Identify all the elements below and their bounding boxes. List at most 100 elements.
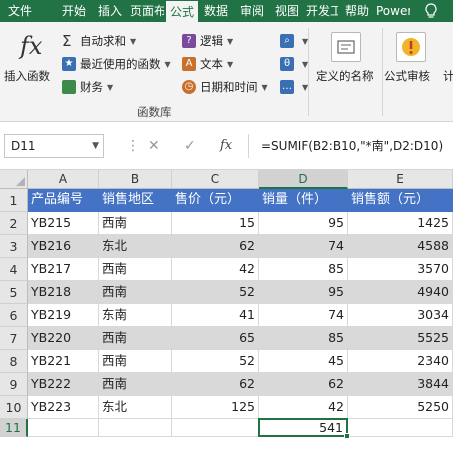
cell-d8[interactable]: 45: [259, 350, 348, 373]
cell-d2[interactable]: 95: [259, 212, 348, 235]
cell-e1[interactable]: 销售额（元）: [348, 189, 453, 212]
cell-a9[interactable]: YB222: [28, 373, 99, 396]
row-header-7[interactable]: 7: [0, 327, 28, 350]
cell-c11[interactable]: [172, 419, 259, 437]
fill-handle[interactable]: [344, 433, 350, 439]
tab-review[interactable]: 审阅: [236, 0, 268, 22]
cell-a10[interactable]: YB223: [28, 396, 99, 419]
cell-e3[interactable]: 4588: [348, 235, 453, 258]
tab-help[interactable]: 帮助: [341, 0, 373, 22]
cell-a1[interactable]: 产品编号: [28, 189, 99, 212]
tab-page-layout[interactable]: 页面布局: [130, 0, 164, 22]
row-header-5[interactable]: 5: [0, 281, 28, 304]
cell-a8[interactable]: YB221: [28, 350, 99, 373]
name-box[interactable]: D11 ▼: [4, 134, 104, 158]
tab-view[interactable]: 视图: [271, 0, 303, 22]
cell-a3[interactable]: YB216: [28, 235, 99, 258]
cell-c7[interactable]: 65: [172, 327, 259, 350]
row-header-3[interactable]: 3: [0, 235, 28, 258]
cell-d7[interactable]: 85: [259, 327, 348, 350]
row-header-10[interactable]: 10: [0, 396, 28, 419]
enter-icon[interactable]: ✓: [184, 134, 196, 158]
cell-c4[interactable]: 42: [172, 258, 259, 281]
cell-b9[interactable]: 西南: [99, 373, 172, 396]
cell-d6[interactable]: 74: [259, 304, 348, 327]
cell-b8[interactable]: 西南: [99, 350, 172, 373]
row-header-2[interactable]: 2: [0, 212, 28, 235]
logical-button[interactable]: ? 逻辑 ▼: [182, 32, 233, 50]
tab-home[interactable]: 开始: [58, 0, 90, 22]
date-time-button[interactable]: ◷ 日期和时间 ▼: [182, 78, 268, 96]
cell-a6[interactable]: YB219: [28, 304, 99, 327]
cell-a2[interactable]: YB215: [28, 212, 99, 235]
cell-d10[interactable]: 42: [259, 396, 348, 419]
tab-data[interactable]: 数据: [200, 0, 232, 22]
tab-developer[interactable]: 开发工具: [306, 0, 338, 22]
recently-used-button[interactable]: ★ 最近使用的函数 ▼: [62, 55, 171, 73]
cell-b1[interactable]: 销售地区: [99, 189, 172, 212]
cell-c8[interactable]: 52: [172, 350, 259, 373]
cell-c10[interactable]: 125: [172, 396, 259, 419]
cell-e2[interactable]: 1425: [348, 212, 453, 235]
autosum-button[interactable]: Σ 自动求和 ▼: [62, 32, 136, 50]
cell-b6[interactable]: 东南: [99, 304, 172, 327]
tab-insert[interactable]: 插入: [94, 0, 126, 22]
tab-file[interactable]: 文件: [0, 0, 40, 22]
tab-power-pivot[interactable]: Power: [376, 0, 410, 22]
cell-e8[interactable]: 2340: [348, 350, 453, 373]
insert-function-icon[interactable]: fx: [220, 134, 232, 158]
row-header-4[interactable]: 4: [0, 258, 28, 281]
text-button[interactable]: A 文本 ▼: [182, 55, 233, 73]
cell-d11[interactable]: 541: [258, 418, 348, 437]
cell-e7[interactable]: 5525: [348, 327, 453, 350]
lookup-button[interactable]: ⌕ ▼: [280, 32, 308, 50]
cancel-icon[interactable]: ✕: [148, 134, 160, 158]
select-all-button[interactable]: [0, 170, 28, 189]
cell-c6[interactable]: 41: [172, 304, 259, 327]
cell-b5[interactable]: 西南: [99, 281, 172, 304]
cell-c1[interactable]: 售价（元）: [172, 189, 259, 212]
cell-d4[interactable]: 85: [259, 258, 348, 281]
insert-function-button[interactable]: fx 插入函数: [0, 28, 56, 100]
cell-c9[interactable]: 62: [172, 373, 259, 396]
cell-e5[interactable]: 4940: [348, 281, 453, 304]
column-header-b[interactable]: B: [99, 170, 172, 189]
cell-a5[interactable]: YB218: [28, 281, 99, 304]
formula-auditing-button[interactable]: 公式审核: [384, 26, 440, 100]
cell-d5[interactable]: 95: [259, 281, 348, 304]
cell-a11[interactable]: [28, 419, 99, 437]
cell-e10[interactable]: 5250: [348, 396, 453, 419]
cell-b2[interactable]: 西南: [99, 212, 172, 235]
row-header-11[interactable]: 11: [0, 419, 28, 437]
formula-input[interactable]: =SUMIF(B2:B10,"*南",D2:D10): [248, 134, 453, 158]
cell-e9[interactable]: 3844: [348, 373, 453, 396]
cell-c3[interactable]: 62: [172, 235, 259, 258]
cell-e4[interactable]: 3570: [348, 258, 453, 281]
financial-button[interactable]: 财务 ▼: [62, 78, 113, 96]
cell-d1[interactable]: 销量（件）: [259, 189, 348, 212]
row-header-9[interactable]: 9: [0, 373, 28, 396]
cell-b4[interactable]: 西南: [99, 258, 172, 281]
chevron-down-icon[interactable]: ▼: [92, 135, 99, 157]
cell-b10[interactable]: 东北: [99, 396, 172, 419]
cell-b11[interactable]: [99, 419, 172, 437]
row-header-6[interactable]: 6: [0, 304, 28, 327]
math-trig-button[interactable]: θ ▼: [280, 55, 308, 73]
column-header-d[interactable]: D: [259, 170, 348, 189]
cell-c5[interactable]: 52: [172, 281, 259, 304]
cell-b7[interactable]: 西南: [99, 327, 172, 350]
cell-e6[interactable]: 3034: [348, 304, 453, 327]
tab-formulas[interactable]: 公式: [166, 1, 198, 22]
cell-b3[interactable]: 东北: [99, 235, 172, 258]
lightbulb-icon[interactable]: [420, 0, 442, 22]
cell-a7[interactable]: YB220: [28, 327, 99, 350]
more-functions-button[interactable]: … ▼: [280, 78, 308, 96]
row-header-1[interactable]: 1: [0, 189, 28, 212]
column-header-a[interactable]: A: [28, 170, 99, 189]
cell-a4[interactable]: YB217: [28, 258, 99, 281]
row-header-8[interactable]: 8: [0, 350, 28, 373]
cell-e11[interactable]: [348, 419, 453, 437]
cell-d3[interactable]: 74: [259, 235, 348, 258]
cell-d9[interactable]: 62: [259, 373, 348, 396]
defined-names-button[interactable]: 定义的名称: [312, 26, 382, 100]
